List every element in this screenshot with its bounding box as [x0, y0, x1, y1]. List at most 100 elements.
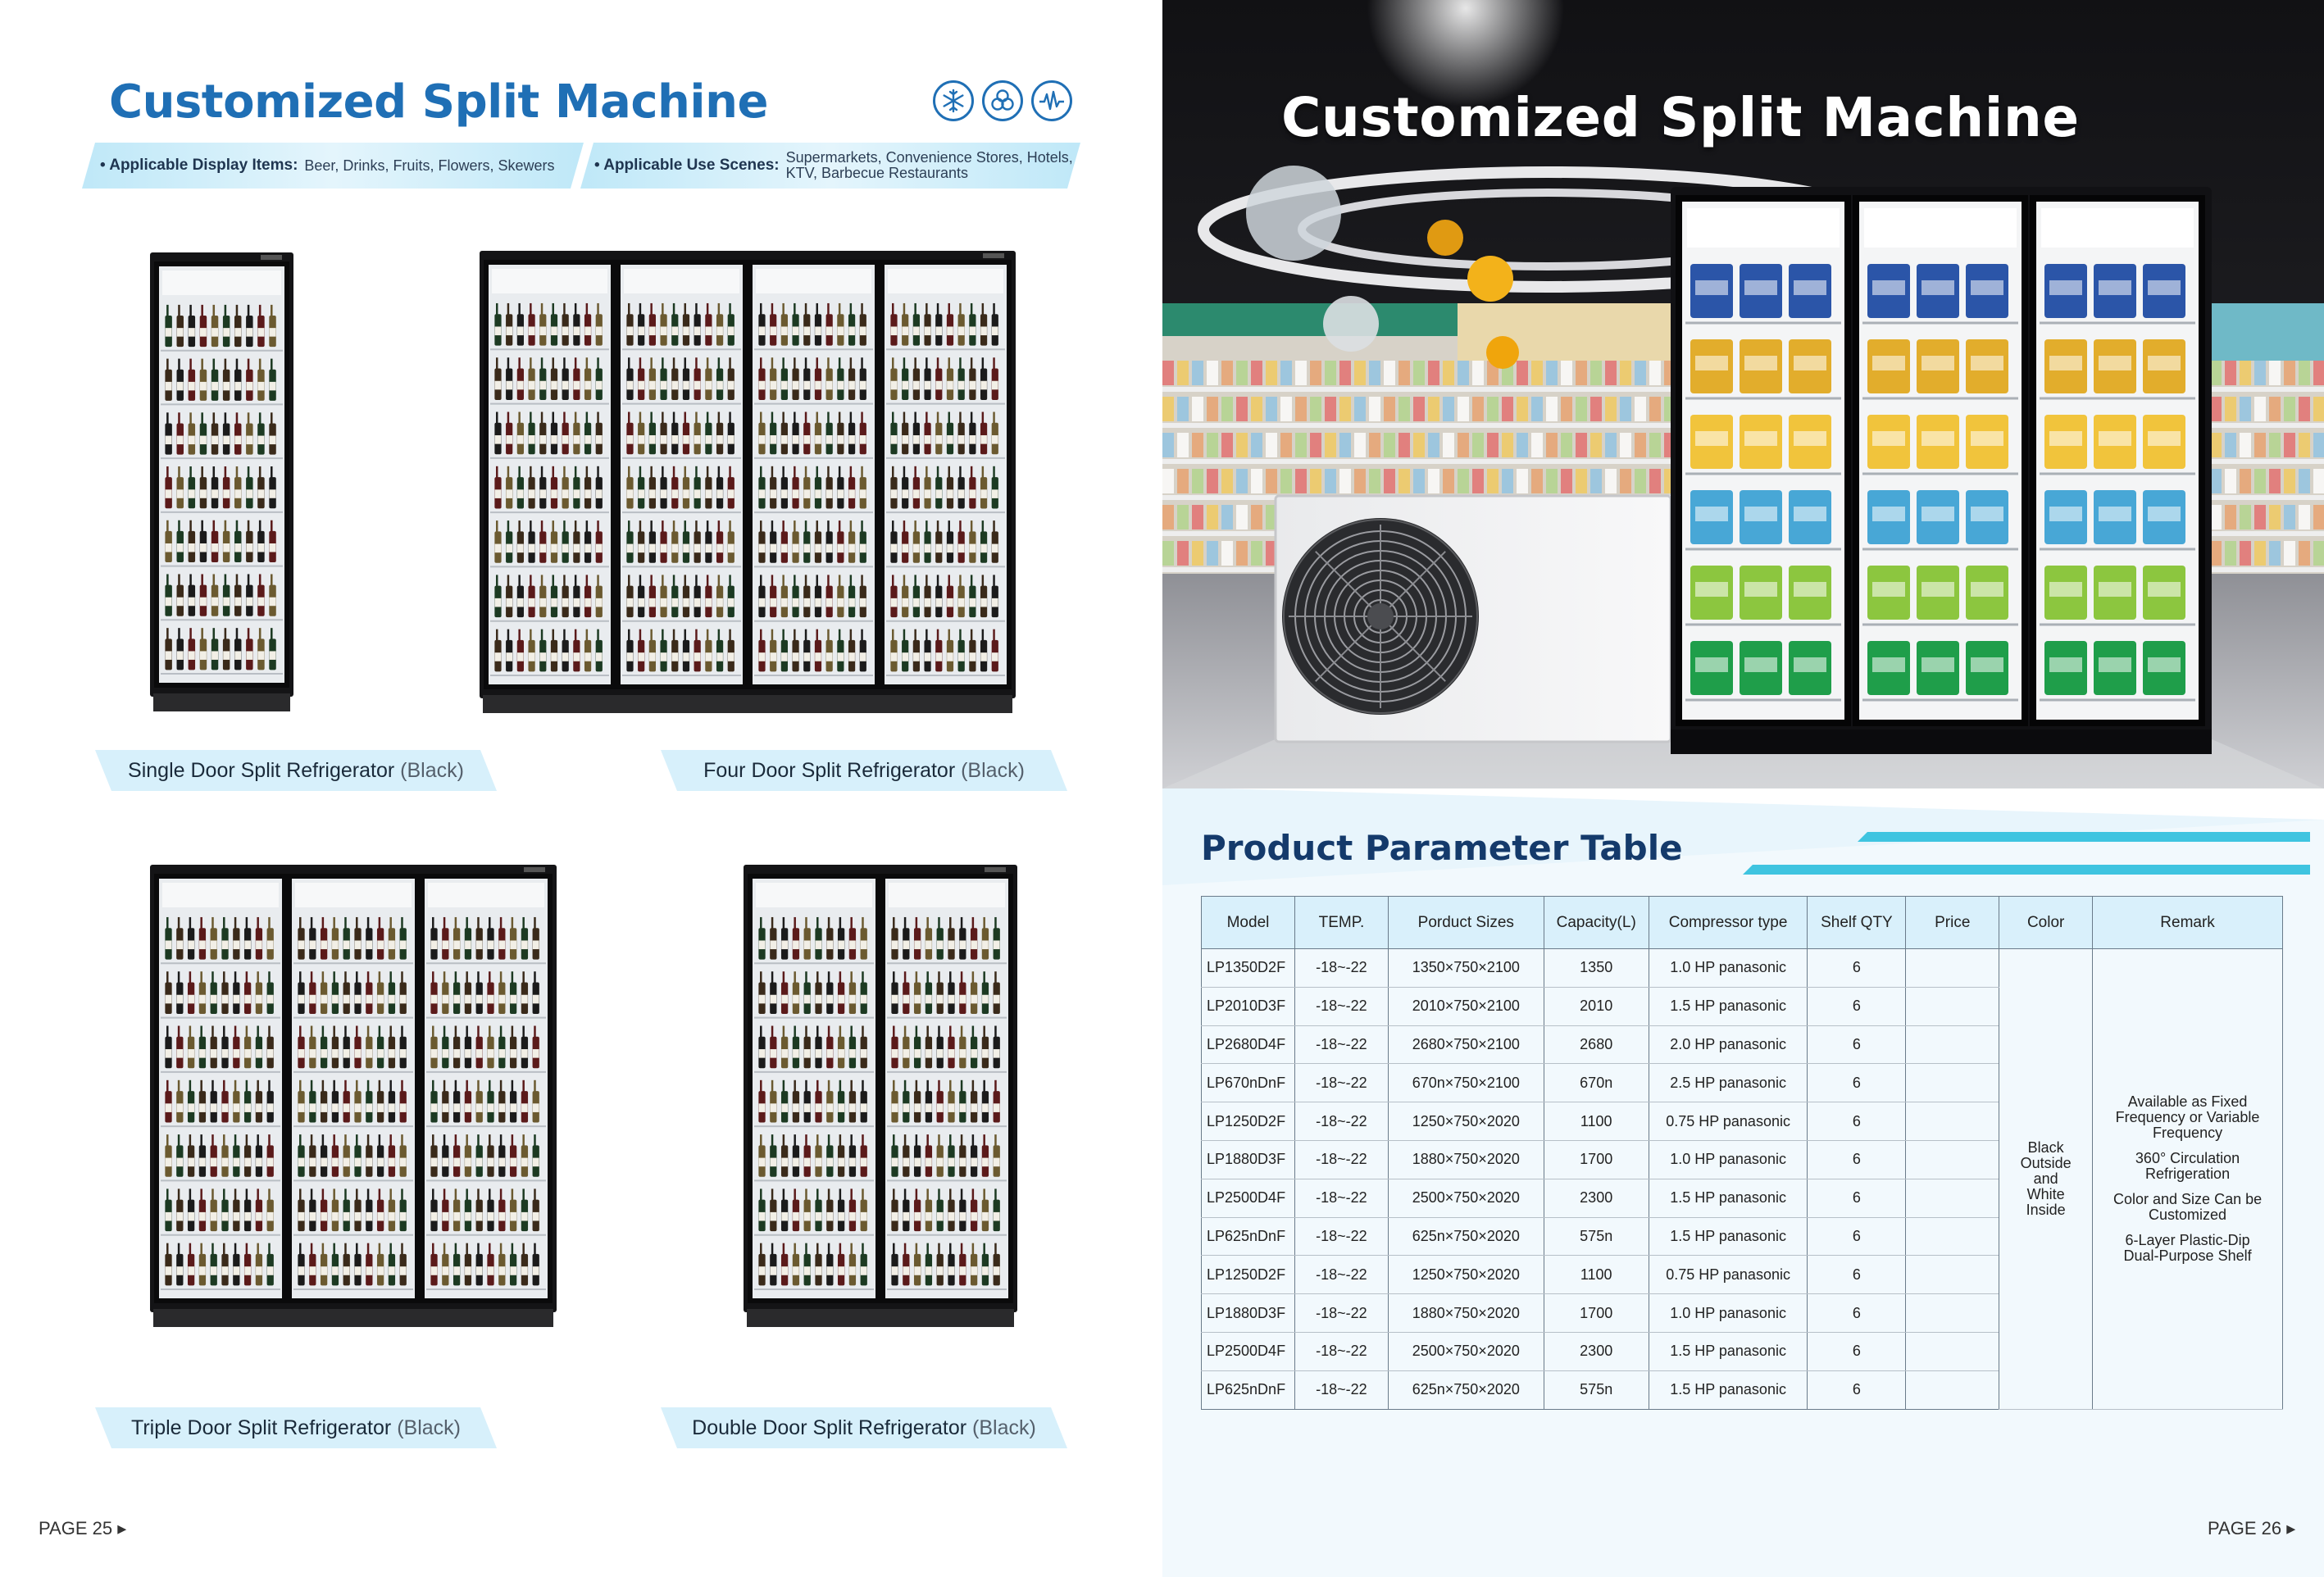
header-temp: TEMP.: [1294, 896, 1389, 949]
caption-color: (Black): [400, 758, 464, 782]
table-title: Product Parameter Table: [1201, 828, 1683, 868]
table-cell: -18~-22: [1294, 1025, 1389, 1065]
table-cell: 575n: [1543, 1216, 1649, 1257]
caption-color: (Black): [972, 1416, 1036, 1439]
table-cell: 6: [1807, 986, 1907, 1026]
caption-name: Four Door Split Refrigerator: [703, 758, 956, 782]
table-cell: -18~-22: [1294, 1102, 1389, 1141]
table-cell: 6: [1807, 1293, 1907, 1333]
price-cell: [1905, 948, 2000, 988]
price-cell: [1905, 1370, 2000, 1410]
price-cell: [1905, 1255, 2000, 1295]
table-cell: 1.5 HP panasonic: [1648, 1178, 1808, 1218]
display-items: • Applicable Display Items: Beer, Drinks…: [100, 143, 554, 189]
fridge-door: [880, 260, 1012, 689]
table-cell: 1880×750×2020: [1387, 1293, 1544, 1333]
table-cell: 1100: [1543, 1102, 1649, 1141]
fridge-door: [484, 260, 616, 689]
use-scenes-value: Supermarkets, Convenience Stores, Hotels…: [785, 149, 1073, 181]
table-cell: 2.5 HP panasonic: [1648, 1063, 1808, 1103]
table-cell: 2300: [1543, 1178, 1649, 1218]
table-cell: 575n: [1543, 1370, 1649, 1410]
table-cell: 6: [1807, 1216, 1907, 1257]
table-cell: LP2500D4F: [1201, 1331, 1295, 1371]
fridge-door: [748, 874, 880, 1303]
table-cell: 1250×750×2020: [1387, 1255, 1544, 1295]
info-banner: • Applicable Display Items: Beer, Drinks…: [82, 143, 1080, 189]
fridge-door: [154, 261, 289, 688]
feature-icons: [933, 80, 1072, 121]
remark-item: Color and Size Can be Customized: [2113, 1190, 2263, 1223]
table-cell: -18~-22: [1294, 986, 1389, 1026]
table-cell: 1.0 HP panasonic: [1648, 1139, 1808, 1179]
table-cell: 1.5 HP panasonic: [1648, 986, 1808, 1026]
table-cell: 1350×750×2100: [1387, 948, 1544, 988]
parameter-table: Model TEMP. Porduct Sizes Capacity(L) Co…: [1201, 896, 2283, 1410]
page-number-left: PAGE 25 ▸: [39, 1518, 127, 1538]
table-cell: 6: [1807, 1139, 1907, 1179]
use-scenes-label: • Applicable Use Scenes:: [594, 157, 780, 174]
price-cell: [1905, 1102, 2000, 1141]
caption-color: (Black): [397, 1416, 461, 1439]
table-cell: -18~-22: [1294, 1370, 1389, 1410]
table-cell: LP2680D4F: [1201, 1025, 1295, 1065]
table-cell: 2.0 HP panasonic: [1648, 1025, 1808, 1065]
price-cell: [1905, 1331, 2000, 1371]
fridge-door: [616, 260, 748, 689]
table-cell: 670n×750×2100: [1387, 1063, 1544, 1103]
table-cell: 6: [1807, 948, 1907, 988]
fridge-door: [287, 874, 420, 1303]
table-cell: -18~-22: [1294, 948, 1389, 988]
table-cell: LP1350D2F: [1201, 948, 1295, 988]
table-cell: 2010×750×2100: [1387, 986, 1544, 1026]
table-cell: 1.5 HP panasonic: [1648, 1370, 1808, 1410]
wave-icon: [1031, 80, 1072, 121]
table-cell: 1250×750×2020: [1387, 1102, 1544, 1141]
table-cell: 1700: [1543, 1139, 1649, 1179]
display-items-label: • Applicable Display Items:: [100, 157, 298, 174]
table-cell: 670n: [1543, 1063, 1649, 1103]
price-cell: [1905, 1216, 2000, 1257]
remark-cell: Available as Fixed Frequency or Variable…: [2092, 948, 2283, 1410]
table-cell: LP2500D4F: [1201, 1178, 1295, 1218]
table-cell: -18~-22: [1294, 1255, 1389, 1295]
table-cell: 6: [1807, 1370, 1907, 1410]
table-cell: LP1250D2F: [1201, 1255, 1295, 1295]
header-compressor: Compressor type: [1648, 896, 1808, 949]
product-image-triple-door: [150, 865, 557, 1327]
price-cell: [1905, 1139, 2000, 1179]
header-color: Color: [1999, 896, 2094, 949]
table-cell: 6: [1807, 1102, 1907, 1141]
remark-item: 360° Circulation Refrigeration: [2135, 1149, 2240, 1182]
caption-single-door: Single Door Split Refrigerator (Black): [95, 750, 497, 791]
circulation-icon: [982, 80, 1023, 121]
caption-four-door: Four Door Split Refrigerator (Black): [661, 750, 1067, 791]
caption-name: Triple Door Split Refrigerator: [131, 1416, 392, 1439]
table-cell: 6: [1807, 1178, 1907, 1218]
table-cell: 625n×750×2020: [1387, 1370, 1544, 1410]
header-shelf: Shelf QTY: [1807, 896, 1907, 949]
table-cell: 1.5 HP panasonic: [1648, 1216, 1808, 1257]
header-remark: Remark: [2092, 896, 2283, 949]
table-header-row: Model TEMP. Porduct Sizes Capacity(L) Co…: [1201, 896, 2283, 949]
snowflake-icon: [933, 80, 974, 121]
table-cell: LP625nDnF: [1201, 1216, 1295, 1257]
table-cell: 1350: [1543, 948, 1649, 988]
table-cell: 6: [1807, 1255, 1907, 1295]
hero-image: Customized Split Machine: [1162, 0, 2324, 788]
use-scenes: • Applicable Use Scenes: Supermarkets, C…: [594, 143, 1077, 189]
header-price: Price: [1905, 896, 2000, 949]
caption-color: (Black): [961, 758, 1025, 782]
product-image-four-door: [480, 251, 1016, 713]
price-cell: [1905, 986, 2000, 1026]
table-cell: LP670nDnF: [1201, 1063, 1295, 1103]
caption-name: Single Door Split Refrigerator: [128, 758, 395, 782]
price-cell: [1905, 1025, 2000, 1065]
table-cell: -18~-22: [1294, 1063, 1389, 1103]
header-model: Model: [1201, 896, 1295, 949]
table-cell: 6: [1807, 1025, 1907, 1065]
hero-title: Customized Split Machine: [1281, 86, 2080, 149]
table-cell: 0.75 HP panasonic: [1648, 1255, 1808, 1295]
table-cell: -18~-22: [1294, 1293, 1389, 1333]
price-cell: [1905, 1063, 2000, 1103]
